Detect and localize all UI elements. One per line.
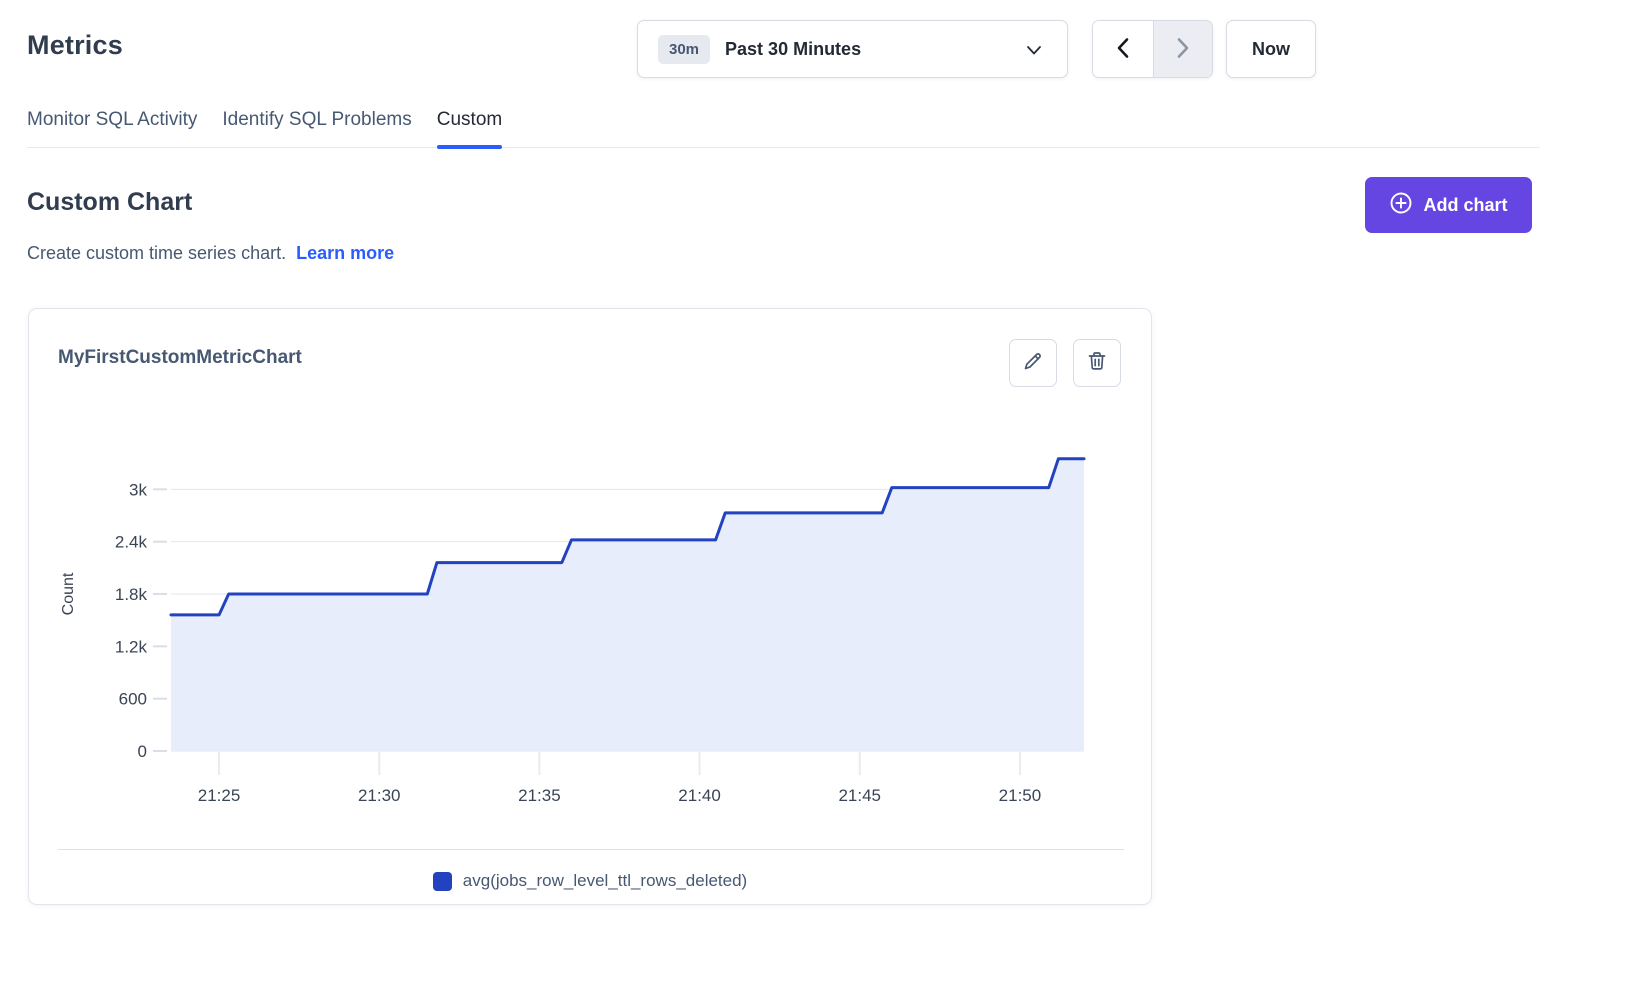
legend-label: avg(jobs_row_level_ttl_rows_deleted) <box>463 871 747 891</box>
timeseries-chart[interactable]: 0 600 1.2k 1.8k 2.4k 3k 21:25 21:30 21:35 21:40 21… <box>49 421 1109 806</box>
delete-chart-button[interactable] <box>1073 339 1121 387</box>
add-chart-button[interactable]: Add chart <box>1365 177 1532 233</box>
tab-bar: Monitor SQL Activity Identify SQL Proble… <box>27 101 1540 148</box>
x-tick-label: 21:45 <box>838 786 881 805</box>
tab-custom[interactable]: Custom <box>437 101 502 147</box>
y-tick-label: 3k <box>129 480 147 499</box>
metrics-page: Metrics 30m Past 30 Minutes Now Monitor … <box>0 0 1650 982</box>
next-time-button[interactable] <box>1153 21 1213 77</box>
section-heading: Custom Chart <box>27 188 192 217</box>
page-title: Metrics <box>27 30 123 61</box>
time-range-selector[interactable]: 30m Past 30 Minutes <box>637 20 1068 78</box>
edit-chart-button[interactable] <box>1009 339 1057 387</box>
x-tick-label: 21:50 <box>999 786 1042 805</box>
chevron-left-icon <box>1115 37 1131 62</box>
y-tick-label: 1.2k <box>115 637 148 656</box>
y-axis-title: Count <box>60 572 77 615</box>
y-tick-label: 1.8k <box>115 585 148 604</box>
time-nav-group <box>1092 20 1213 78</box>
tab-monitor-sql-activity[interactable]: Monitor SQL Activity <box>27 101 197 147</box>
x-tick-label: 21:30 <box>358 786 401 805</box>
trash-icon <box>1086 350 1108 377</box>
chart-legend[interactable]: avg(jobs_row_level_ttl_rows_deleted) <box>29 871 1151 891</box>
series-area <box>171 459 1084 751</box>
prev-time-button[interactable] <box>1093 21 1153 77</box>
plus-circle-icon <box>1389 191 1413 220</box>
y-tick-label: 2.4k <box>115 533 148 552</box>
y-tick-label: 0 <box>138 742 147 761</box>
x-tick-label: 21:40 <box>678 786 721 805</box>
chevron-down-icon <box>1025 43 1043 62</box>
section-description-text: Create custom time series chart. <box>27 243 286 263</box>
tab-identify-sql-problems[interactable]: Identify SQL Problems <box>222 101 411 147</box>
x-tick-label: 21:25 <box>198 786 241 805</box>
chevron-right-icon <box>1175 37 1191 62</box>
learn-more-link[interactable]: Learn more <box>296 243 394 263</box>
y-tick-label: 600 <box>119 690 147 709</box>
time-range-badge: 30m <box>658 35 710 64</box>
add-chart-label: Add chart <box>1423 195 1507 216</box>
now-button[interactable]: Now <box>1226 20 1316 78</box>
section-description: Create custom time series chart. Learn m… <box>27 243 394 264</box>
chart-title: MyFirstCustomMetricChart <box>58 347 302 369</box>
card-divider <box>58 849 1124 850</box>
custom-chart-card: MyFirstCustomMetricChart <box>28 308 1152 905</box>
x-tick-label: 21:35 <box>518 786 561 805</box>
pencil-icon <box>1022 350 1044 377</box>
legend-swatch-icon <box>433 872 452 891</box>
time-range-label: Past 30 Minutes <box>725 39 861 60</box>
